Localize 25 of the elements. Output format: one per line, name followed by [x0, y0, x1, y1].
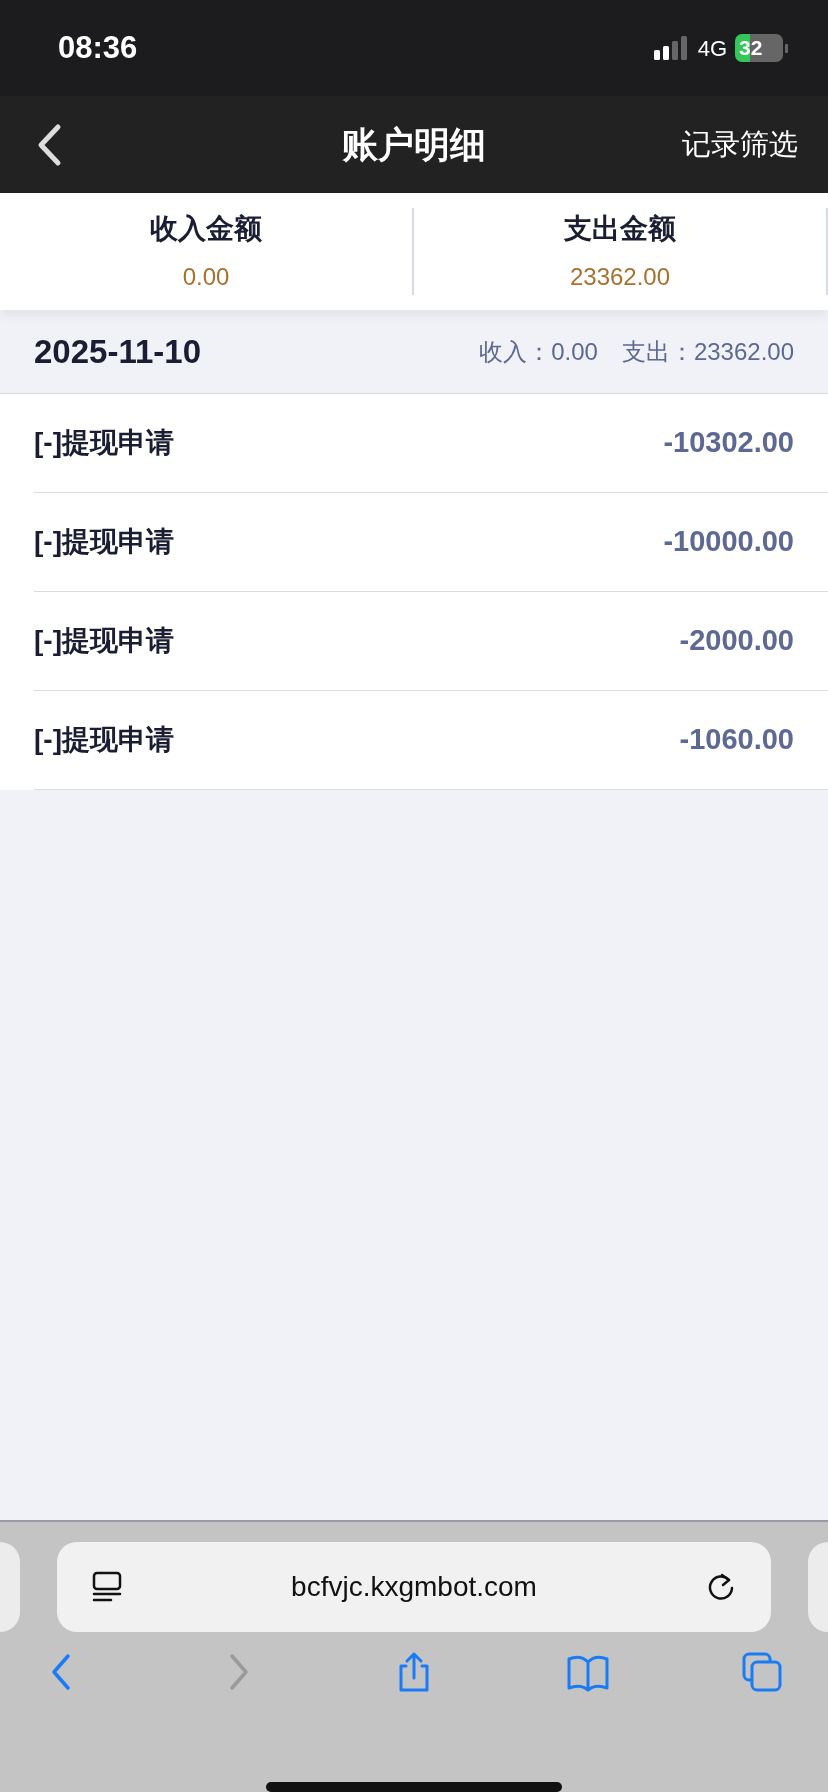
expense-total: 支出：23362.00	[621, 336, 794, 367]
address-bar[interactable]: bcfvjc.kxgmbot.com	[57, 1542, 771, 1632]
network-label: 4G	[697, 34, 727, 63]
record-title: [-]提现申请	[34, 525, 174, 559]
record-amount: -10302.00	[663, 425, 794, 461]
url-text: bcfvjc.kxgmbot.com	[290, 1570, 538, 1604]
income-total: 收入：0.00	[479, 336, 598, 367]
signal-icon	[653, 36, 690, 60]
record-amount: -10000.00	[663, 524, 794, 560]
filter-link[interactable]: 记录筛选	[682, 122, 798, 167]
page-title: 账户明细	[342, 122, 486, 167]
record-title: [-]提现申请	[34, 723, 174, 757]
summary-label: 支出金额	[564, 212, 676, 246]
clock-time: 08:36	[58, 28, 138, 67]
summary-label: 收入金额	[150, 212, 262, 246]
record-amount: -2000.00	[679, 623, 794, 659]
summary-amount: 23362.00	[569, 262, 671, 292]
summary-amount: 0.00	[182, 262, 230, 292]
record-title: [-]提现申请	[34, 624, 174, 658]
tabs-icon[interactable]	[740, 1650, 784, 1694]
back-icon[interactable]	[36, 122, 62, 167]
page-menu-icon[interactable]	[91, 1571, 123, 1603]
date-heading: 2025-11-10	[34, 331, 201, 372]
record-title: [-]提现申请	[34, 426, 174, 460]
record-amount: -1060.00	[679, 722, 794, 758]
